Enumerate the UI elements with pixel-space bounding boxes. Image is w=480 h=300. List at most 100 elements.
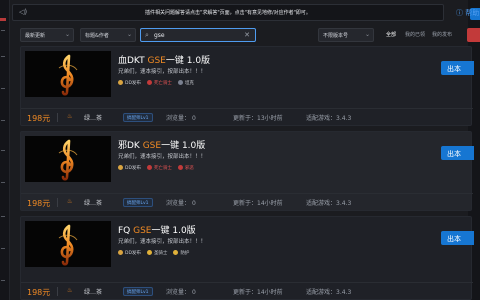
title-prefix: FQ — [118, 226, 134, 236]
nav-tick[interactable] — [1, 30, 5, 31]
plugin-thumbnail[interactable] — [25, 51, 111, 97]
plugin-card[interactable]: FQ GSE一键 1.0版 兄弟们，速本接引，按部出本！！！ DD发布 圣骑士 防护… — [20, 216, 474, 300]
title-suffix: 一键 1.0版 — [165, 56, 211, 66]
title-prefix: 邪DK — [118, 141, 143, 151]
plugin-description: 兄弟们，速本接引，按部出本！！！ — [118, 239, 207, 245]
tag-label: 死亡骑士 — [153, 166, 172, 171]
tag-badge: 坦克 — [177, 80, 194, 86]
price: 198元 — [27, 288, 51, 297]
search-icon: ⌕ — [145, 31, 149, 39]
tag-label: 防护 — [180, 251, 190, 256]
updated-value: 14小时前 — [257, 200, 283, 207]
plugin-card[interactable]: 血DKT GSE一键 1.0版 兄弟们，速本接引，按部出本！！！ DD发布 死亡骑… — [20, 46, 474, 126]
divider — [57, 287, 58, 296]
tag-icon — [173, 250, 179, 255]
tag-icon — [146, 165, 152, 170]
author-name[interactable]: 绿…茶 — [84, 287, 102, 296]
tag-icon — [146, 250, 152, 255]
version-select[interactable]: 不限版本号 ⌄ — [318, 28, 374, 42]
plugin-title[interactable]: 邪DK GSE一键 1.0版 — [118, 138, 205, 151]
updated-label: 更新于： — [233, 289, 258, 296]
help-link[interactable]: ⓘ 帮助 — [456, 8, 479, 18]
search-input-value: gse — [154, 32, 165, 39]
active-nav-marker — [0, 18, 6, 21]
author-level-badge: 搞配师Lv1 — [123, 287, 153, 296]
plugin-card[interactable]: 邪DK GSE一键 1.0版 兄弟们，速本接引，按部出本！！！ DD发布 死亡骑士… — [20, 131, 474, 211]
nav-tick[interactable] — [1, 216, 5, 217]
divider — [57, 113, 58, 122]
tab-all[interactable]: 全部 — [386, 31, 396, 38]
author-name[interactable]: 绿…茶 — [84, 198, 102, 207]
treble-clef-flame-icon — [58, 139, 78, 181]
author-level-badge: 搞配师Lv1 — [123, 113, 153, 122]
game-version-value: 3.4.3 — [336, 115, 352, 122]
views-label: 浏览量： — [166, 115, 191, 122]
updated-value: 13小时前 — [257, 115, 283, 122]
price: 198元 — [27, 114, 51, 123]
tag-label: 邪恶 — [184, 166, 194, 171]
chevron-down-icon: ⌄ — [64, 31, 70, 38]
title-suffix: 一键 1.0版 — [151, 226, 196, 236]
tag-badge: 死亡骑士 — [146, 165, 172, 171]
plugin-thumbnail[interactable] — [25, 221, 111, 267]
nav-tick[interactable] — [1, 120, 5, 121]
sort-select-value: 最新更新 — [25, 33, 46, 39]
views-value: 0 — [191, 200, 196, 207]
updated-value: 14小时前 — [257, 289, 283, 296]
game-version-label: 适配游戏： — [306, 200, 337, 207]
field-select[interactable]: 标题&作者 ⌄ — [80, 28, 136, 42]
plugin-title[interactable]: 血DKT GSE一键 1.0版 — [118, 53, 210, 66]
field-select-value: 标题&作者 — [85, 33, 109, 39]
tag-badge: DD发布 — [118, 80, 141, 86]
version-select-value: 不限版本号 — [323, 33, 349, 39]
nav-tick[interactable] — [1, 150, 5, 151]
get-plugin-button[interactable]: 出本 — [441, 231, 474, 245]
nav-tick[interactable] — [1, 182, 5, 183]
nav-tick[interactable] — [1, 56, 5, 57]
author-icon: ♨ — [67, 198, 73, 205]
nav-tick[interactable] — [1, 88, 5, 89]
plugin-title[interactable]: FQ GSE一键 1.0版 — [118, 223, 196, 236]
left-sidebar-strip — [0, 0, 10, 300]
title-prefix: 血DKT — [118, 56, 148, 66]
game-version-label: 适配游戏： — [306, 289, 337, 296]
card-footer: 198元 ♨ 绿…茶 搞配师Lv1 浏览量： 0 更新于：14小时前 适配游戏：… — [21, 282, 473, 299]
divider — [57, 198, 58, 207]
clear-icon[interactable]: ✕ — [244, 31, 250, 39]
chevron-down-icon: ⌄ — [364, 31, 370, 38]
title-highlight: GSE — [147, 56, 166, 66]
tag-icon — [177, 165, 183, 170]
tab-my-published[interactable]: 我的发布 — [432, 31, 452, 38]
publish-button[interactable] — [467, 28, 480, 42]
tag-icon — [118, 250, 123, 255]
tag-icon — [146, 80, 152, 85]
views-value: 0 — [191, 115, 196, 122]
updated-stat: 更新于：14小时前 — [233, 287, 283, 296]
tag-badge: 圣骑士 — [146, 250, 167, 256]
help-icon: ⓘ — [456, 9, 463, 17]
nav-tick[interactable] — [1, 280, 5, 281]
tag-badge: 死亡骑士 — [146, 80, 172, 86]
get-plugin-button[interactable]: 出本 — [441, 61, 474, 75]
plugin-tags: DD发布 死亡骑士 邪恶 — [118, 165, 200, 173]
sort-select[interactable]: 最新更新 ⌄ — [20, 28, 74, 42]
tag-badge: 防护 — [173, 250, 189, 256]
title-highlight: GSE — [142, 141, 162, 151]
tab-my-claimed[interactable]: 我的已领 — [405, 31, 425, 38]
nav-tick[interactable] — [1, 248, 5, 249]
plugin-tags: DD发布 死亡骑士 坦克 — [118, 80, 200, 88]
author-name[interactable]: 绿…茶 — [84, 113, 102, 122]
plugin-tags: DD发布 圣骑士 防护 — [118, 250, 195, 258]
search-input[interactable]: ⌕ gse ✕ — [140, 28, 256, 42]
updated-stat: 更新于：13小时前 — [233, 113, 283, 122]
chevron-down-icon: ⌄ — [126, 31, 132, 38]
help-link-label: 帮助 — [465, 9, 480, 17]
title-suffix: 一键 1.0版 — [161, 141, 206, 151]
game-version-stat: 适配游戏：3.4.3 — [306, 287, 351, 296]
tag-label: DD发布 — [125, 81, 141, 86]
tag-icon — [118, 165, 123, 170]
tag-label: DD发布 — [125, 251, 141, 256]
plugin-thumbnail[interactable] — [25, 136, 111, 182]
views-label: 浏览量： — [166, 200, 191, 207]
get-plugin-button[interactable]: 出本 — [441, 146, 474, 160]
